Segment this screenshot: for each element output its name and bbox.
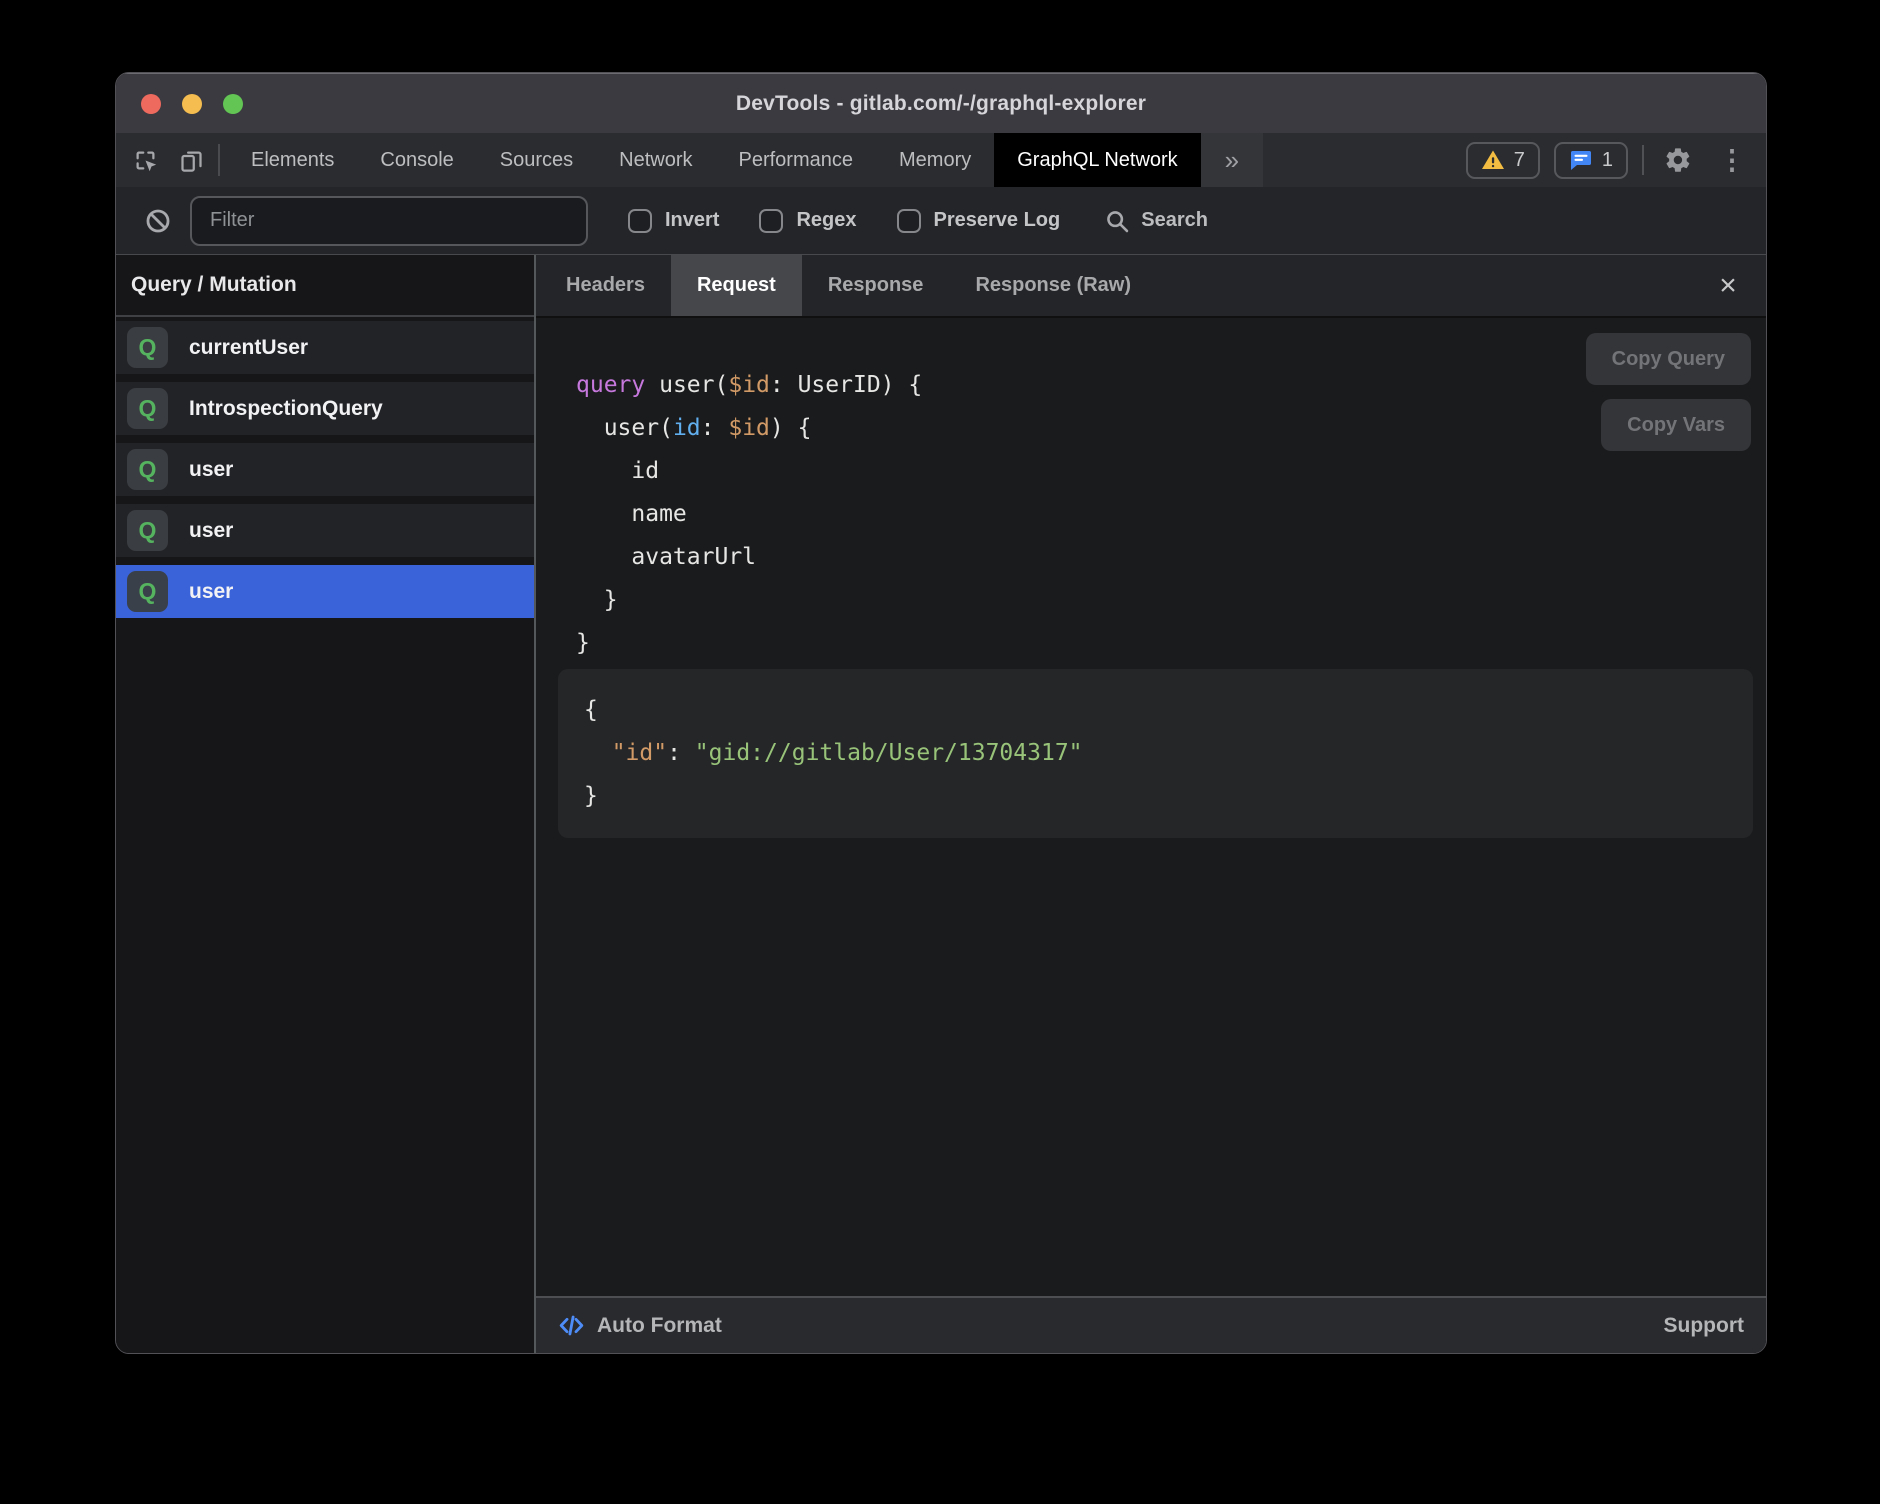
tab-memory[interactable]: Memory bbox=[876, 133, 994, 187]
query-list: QcurrentUserQIntrospectionQueryQuserQuse… bbox=[116, 317, 534, 618]
code-line: } bbox=[576, 622, 1766, 665]
message-count: 1 bbox=[1602, 149, 1613, 172]
checkbox-regex[interactable] bbox=[759, 209, 783, 233]
gear-icon bbox=[1664, 146, 1692, 174]
code-line: } bbox=[576, 579, 1766, 622]
tab-performance[interactable]: Performance bbox=[716, 133, 877, 187]
query-name: user bbox=[189, 580, 233, 604]
query-sidebar: Query / Mutation QcurrentUserQIntrospect… bbox=[116, 255, 534, 1353]
filter-bar: Invert Regex Preserve Log Search bbox=[116, 187, 1766, 255]
code-line: { bbox=[584, 689, 1727, 732]
detail-panel: HeadersRequestResponseResponse (Raw) × q… bbox=[536, 255, 1766, 1353]
checkbox-group-regex[interactable]: Regex bbox=[759, 209, 856, 233]
checkbox-group-preserve-log[interactable]: Preserve Log bbox=[897, 209, 1061, 233]
search-button[interactable]: Search bbox=[1104, 208, 1208, 234]
code-line: avatarUrl bbox=[576, 536, 1766, 579]
message-icon bbox=[1569, 148, 1593, 172]
detail-tab-request[interactable]: Request bbox=[671, 255, 802, 316]
detail-tabs: HeadersRequestResponseResponse (Raw) bbox=[540, 255, 1157, 316]
code-line: name bbox=[576, 493, 1766, 536]
code-line: id bbox=[576, 450, 1766, 493]
query-type-badge: Q bbox=[127, 510, 168, 551]
query-name: user bbox=[189, 458, 233, 482]
query-name: IntrospectionQuery bbox=[189, 397, 383, 421]
detail-tab-headers[interactable]: Headers bbox=[540, 255, 671, 316]
filter-checkboxes: Invert Regex Preserve Log bbox=[588, 209, 1060, 233]
copy-buttons: Copy Query Copy Vars bbox=[1586, 333, 1751, 451]
tab-console[interactable]: Console bbox=[357, 133, 476, 187]
auto-format-button[interactable]: Auto Format bbox=[558, 1312, 722, 1339]
query-list-item[interactable]: QcurrentUser bbox=[116, 321, 534, 374]
request-view: query user($id: UserID) { user(id: $id) … bbox=[536, 318, 1766, 1296]
minimize-window-button[interactable] bbox=[182, 94, 202, 114]
title-bar: DevTools - gitlab.com/-/graphql-explorer bbox=[116, 73, 1766, 133]
code-brackets-icon bbox=[558, 1312, 585, 1339]
code-line: "id": "gid://gitlab/User/13704317" bbox=[584, 732, 1727, 775]
tab-sources[interactable]: Sources bbox=[477, 133, 596, 187]
query-type-badge: Q bbox=[127, 571, 168, 612]
search-label: Search bbox=[1141, 209, 1208, 232]
query-type-badge: Q bbox=[127, 449, 168, 490]
checkbox-group-invert[interactable]: Invert bbox=[628, 209, 719, 233]
checkbox-label: Regex bbox=[796, 209, 856, 232]
query-list-item[interactable]: Quser bbox=[116, 565, 534, 618]
device-toolbar-button[interactable] bbox=[168, 133, 214, 187]
toolbar-right-divider bbox=[1642, 145, 1644, 175]
toolbar-right: 7 1 ⋮ bbox=[1466, 133, 1766, 187]
close-panel-button[interactable]: × bbox=[1708, 266, 1748, 306]
request-query-code: query user($id: UserID) { user(id: $id) … bbox=[536, 318, 1766, 665]
messages-badge[interactable]: 1 bbox=[1554, 142, 1628, 179]
inspect-cursor-icon bbox=[132, 147, 159, 174]
settings-button[interactable] bbox=[1658, 140, 1698, 180]
detail-tab-bar: HeadersRequestResponseResponse (Raw) × bbox=[536, 255, 1766, 318]
query-type-badge: Q bbox=[127, 388, 168, 429]
checkbox-invert[interactable] bbox=[628, 209, 652, 233]
checkbox-label: Invert bbox=[665, 209, 719, 232]
request-variables-box: { "id": "gid://gitlab/User/13704317"} bbox=[558, 669, 1753, 838]
menu-dots-button[interactable]: ⋮ bbox=[1712, 140, 1752, 180]
search-icon bbox=[1104, 208, 1130, 234]
more-tabs-button[interactable]: » bbox=[1201, 133, 1263, 187]
filter-input[interactable] bbox=[190, 196, 588, 246]
tab-graphql-network[interactable]: GraphQL Network bbox=[994, 133, 1200, 187]
copy-vars-button[interactable]: Copy Vars bbox=[1601, 399, 1751, 451]
devtools-tab-bar: ElementsConsoleSourcesNetworkPerformance… bbox=[116, 133, 1766, 187]
query-name: currentUser bbox=[189, 336, 308, 360]
content-area: Query / Mutation QcurrentUserQIntrospect… bbox=[116, 255, 1766, 1353]
toolbar-divider bbox=[218, 144, 220, 176]
warnings-badge[interactable]: 7 bbox=[1466, 142, 1540, 179]
query-list-item[interactable]: Quser bbox=[116, 443, 534, 496]
traffic-lights bbox=[141, 74, 243, 133]
support-link[interactable]: Support bbox=[1664, 1314, 1744, 1338]
block-icon bbox=[144, 207, 172, 235]
sidebar-header: Query / Mutation bbox=[116, 255, 534, 317]
query-type-badge: Q bbox=[127, 327, 168, 368]
checkbox-preserve-log[interactable] bbox=[897, 209, 921, 233]
tab-network[interactable]: Network bbox=[596, 133, 715, 187]
panel-footer: Auto Format Support bbox=[536, 1296, 1766, 1353]
query-list-item[interactable]: Quser bbox=[116, 504, 534, 557]
warning-icon bbox=[1481, 148, 1505, 172]
detail-tab-response-raw[interactable]: Response (Raw) bbox=[949, 255, 1157, 316]
auto-format-label: Auto Format bbox=[597, 1314, 722, 1338]
copy-query-button[interactable]: Copy Query bbox=[1586, 333, 1751, 385]
window-title: DevTools - gitlab.com/-/graphql-explorer bbox=[736, 92, 1146, 116]
checkbox-label: Preserve Log bbox=[934, 209, 1061, 232]
query-name: user bbox=[189, 519, 233, 543]
main-tabs: ElementsConsoleSourcesNetworkPerformance… bbox=[228, 133, 1201, 187]
clear-button[interactable] bbox=[138, 201, 178, 241]
close-window-button[interactable] bbox=[141, 94, 161, 114]
query-list-item[interactable]: Q IntrospectionQuery bbox=[116, 382, 534, 435]
device-toolbar-icon bbox=[178, 147, 205, 174]
inspect-element-button[interactable] bbox=[122, 133, 168, 187]
detail-tab-response[interactable]: Response bbox=[802, 255, 950, 316]
zoom-window-button[interactable] bbox=[223, 94, 243, 114]
devtools-window: DevTools - gitlab.com/-/graphql-explorer… bbox=[115, 72, 1767, 1354]
warning-count: 7 bbox=[1514, 149, 1525, 172]
code-line: } bbox=[584, 775, 1727, 818]
tab-elements[interactable]: Elements bbox=[228, 133, 357, 187]
